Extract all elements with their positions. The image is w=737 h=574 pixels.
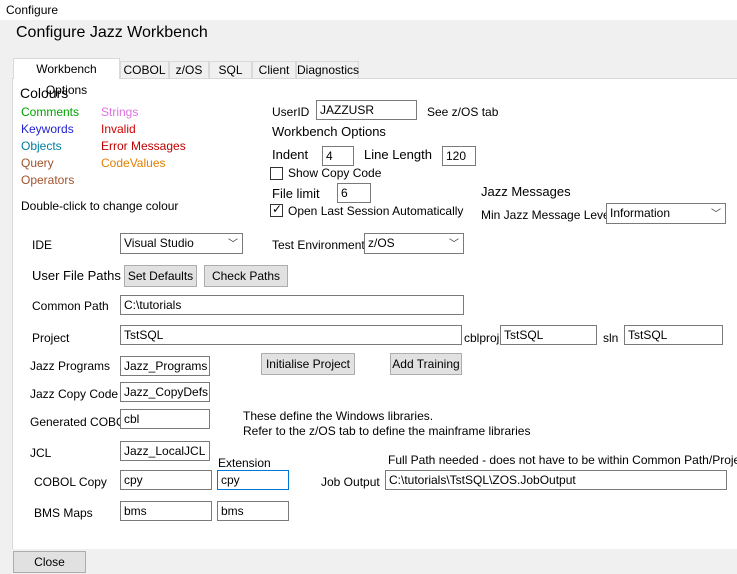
tab-workbench-options[interactable]: Workbench Options — [13, 58, 120, 97]
jazz-copy-input[interactable]: Jazz_CopyDefs — [120, 382, 210, 402]
generated-cobol-input[interactable]: cbl — [120, 409, 210, 429]
window-title: Configure — [6, 3, 59, 17]
line-length-input[interactable]: 120 — [442, 146, 476, 166]
colour-comments[interactable]: Comments — [21, 105, 79, 119]
tab-zos[interactable]: z/OS — [169, 61, 209, 78]
check-paths-button[interactable]: Check Paths — [204, 265, 288, 287]
project-input[interactable]: TstSQL — [120, 325, 462, 345]
min-level-value: Information — [610, 206, 671, 220]
colour-operators[interactable]: Operators — [21, 173, 74, 187]
common-path-label: Common Path — [32, 299, 109, 313]
colour-error-messages[interactable]: Error Messages — [101, 139, 186, 153]
min-level-label: Min Jazz Message Level — [481, 208, 613, 222]
initialise-project-button[interactable]: Initialise Project — [261, 353, 355, 375]
ide-label: IDE — [32, 238, 53, 252]
windows-note-line-1: These define the Windows libraries. — [243, 409, 434, 423]
userid-input[interactable]: JAZZUSR — [316, 100, 417, 120]
chevron-down-icon: ﹀ — [228, 239, 238, 250]
windows-note-line-2: Refer to the z/OS tab to define the main… — [243, 424, 531, 438]
colour-invalid[interactable]: Invalid — [101, 122, 136, 136]
project-label: Project — [32, 331, 70, 345]
userid-note: See z/OS tab — [427, 105, 499, 119]
colour-hint: Double-click to change colour — [21, 199, 179, 213]
dialog-heading: Configure Jazz Workbench — [16, 24, 208, 41]
close-button[interactable]: Close — [13, 551, 86, 573]
file-limit-label: File limit — [272, 186, 320, 201]
job-output-input[interactable]: C:\tutorials\TstSQL\ZOS.JobOutput — [385, 470, 727, 490]
bms-maps-input[interactable]: bms — [120, 501, 212, 521]
open-last-session-checkbox[interactable] — [270, 202, 283, 217]
add-training-button[interactable]: Add Training — [390, 353, 462, 375]
jazz-copy-label: Jazz Copy Code — [30, 387, 119, 401]
bms-maps-label: BMS Maps — [34, 506, 93, 520]
colour-query[interactable]: Query — [21, 156, 54, 170]
cobol-copy-extension-input[interactable]: cpy — [217, 470, 289, 490]
jazz-programs-label: Jazz Programs — [30, 359, 111, 373]
workbench-options-title: Workbench Options — [272, 124, 386, 139]
indent-input[interactable]: 4 — [322, 146, 354, 166]
tab-diagnostics[interactable]: Diagnostics — [296, 61, 359, 78]
test-env-value: z/OS — [368, 236, 395, 250]
colour-strings[interactable]: Strings — [101, 105, 138, 119]
cobol-copy-input[interactable]: cpy — [120, 470, 212, 490]
userid-label: UserID — [272, 105, 310, 119]
job-output-label: Job Output — [321, 475, 380, 489]
common-path-input[interactable]: C:\tutorials — [120, 295, 464, 315]
cblproj-label: cblproj — [464, 331, 500, 345]
ide-select[interactable]: Visual Studio ﹀ — [120, 233, 243, 254]
cobol-copy-label: COBOL Copy — [34, 475, 107, 489]
jcl-label: JCL — [30, 446, 52, 460]
chevron-down-icon: ﹀ — [449, 239, 459, 250]
test-env-label: Test Environment — [272, 238, 365, 252]
tab-client[interactable]: Client — [252, 61, 296, 78]
jcl-input[interactable]: Jazz_LocalJCL — [120, 441, 210, 461]
chevron-down-icon: ﹀ — [711, 209, 721, 220]
test-env-select[interactable]: z/OS ﹀ — [364, 233, 464, 254]
user-file-paths-title: User File Paths — [32, 268, 121, 283]
colour-objects[interactable]: Objects — [21, 139, 62, 153]
sln-input[interactable]: TstSQL — [624, 325, 723, 345]
full-path-note: Full Path needed - does not have to be w… — [388, 453, 737, 467]
line-length-label: Line Length — [364, 147, 432, 162]
cblproj-input[interactable]: TstSQL — [500, 325, 597, 345]
open-last-session-label: Open Last Session Automatically — [288, 204, 464, 218]
sln-label: sln — [603, 331, 619, 345]
jazz-programs-input[interactable]: Jazz_Programs — [120, 356, 210, 376]
bms-maps-extension-input[interactable]: bms — [217, 501, 289, 521]
file-limit-input[interactable]: 6 — [337, 183, 371, 203]
jazz-messages-title: Jazz Messages — [481, 184, 571, 199]
extension-label: Extension — [218, 456, 271, 470]
set-defaults-button[interactable]: Set Defaults — [124, 265, 197, 287]
generated-cobol-label: Generated COBOL — [30, 415, 133, 429]
tab-sql[interactable]: SQL — [209, 61, 252, 78]
tab-cobol[interactable]: COBOL — [120, 61, 169, 78]
colour-keywords[interactable]: Keywords — [21, 122, 74, 136]
min-level-select[interactable]: Information ﹀ — [606, 203, 726, 224]
show-copy-code-checkbox[interactable] — [270, 167, 283, 180]
show-copy-code-label: Show Copy Code — [288, 166, 382, 180]
indent-label: Indent — [272, 147, 309, 162]
colour-codevalues[interactable]: CodeValues — [101, 156, 166, 170]
ide-value: Visual Studio — [124, 236, 194, 250]
title-bar: Configure — [0, 0, 737, 20]
